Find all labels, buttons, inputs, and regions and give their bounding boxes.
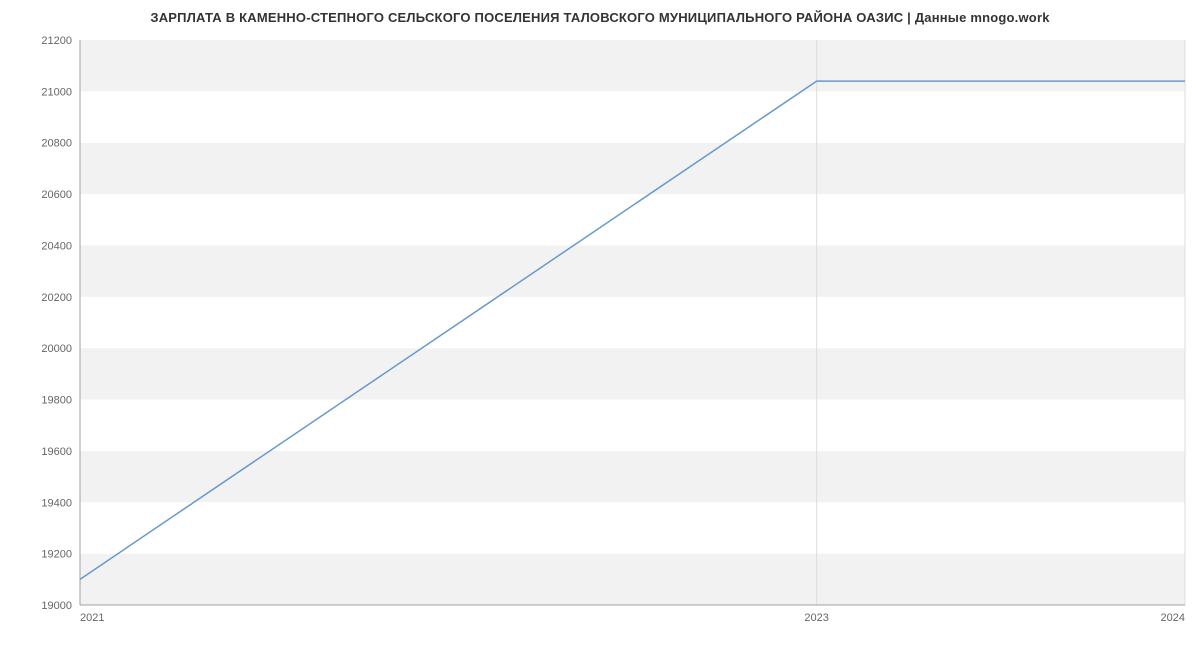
plot-band [80,40,1185,91]
plot-band [80,554,1185,605]
plot-band [80,245,1185,296]
chart-title: ЗАРПЛАТА В КАМЕННО-СТЕПНОГО СЕЛЬСКОГО ПО… [0,0,1200,25]
x-tick: 2021 [80,612,104,624]
x-tick: 2024 [1161,612,1185,624]
y-tick: 19800 [41,395,72,407]
y-tick-label: 19600 [41,446,72,458]
y-tick-label: 21000 [41,86,72,98]
plot-band [80,297,1185,348]
x-tick-label: 2024 [1161,612,1185,624]
y-tick-label: 21200 [41,35,72,47]
y-tick: 20000 [41,343,72,355]
y-tick-label: 19000 [41,600,72,612]
x-tick: 2023 [804,612,828,624]
plot-band [80,451,1185,502]
y-tick-label: 19400 [41,497,72,509]
plot-band [80,502,1185,553]
plot-band [80,91,1185,142]
y-tick: 20400 [41,240,72,252]
y-tick: 19000 [41,600,72,612]
y-tick: 21000 [41,86,72,98]
plot-band [80,400,1185,451]
x-tick-label: 2023 [804,612,828,624]
y-tick: 19200 [41,549,72,561]
x-tick-label: 2021 [80,612,104,624]
y-tick: 19400 [41,497,72,509]
y-tick-label: 20800 [41,138,72,150]
y-tick-label: 19200 [41,549,72,561]
y-tick: 20800 [41,138,72,150]
y-tick-label: 20200 [41,292,72,304]
y-tick: 20200 [41,292,72,304]
y-tick: 21200 [41,35,72,47]
y-tick-label: 19800 [41,395,72,407]
y-tick: 19600 [41,446,72,458]
y-tick: 20600 [41,189,72,201]
chart-svg: 19000 19200 19400 19600 19800 20000 20200 20400… [0,25,1200,640]
y-tick-label: 20400 [41,240,72,252]
plot-band [80,194,1185,245]
y-tick-label: 20600 [41,189,72,201]
plot-band [80,143,1185,194]
plot-band [80,348,1185,399]
y-tick-label: 20000 [41,343,72,355]
chart-container: ЗАРПЛАТА В КАМЕННО-СТЕПНОГО СЕЛЬСКОГО ПО… [0,0,1200,650]
